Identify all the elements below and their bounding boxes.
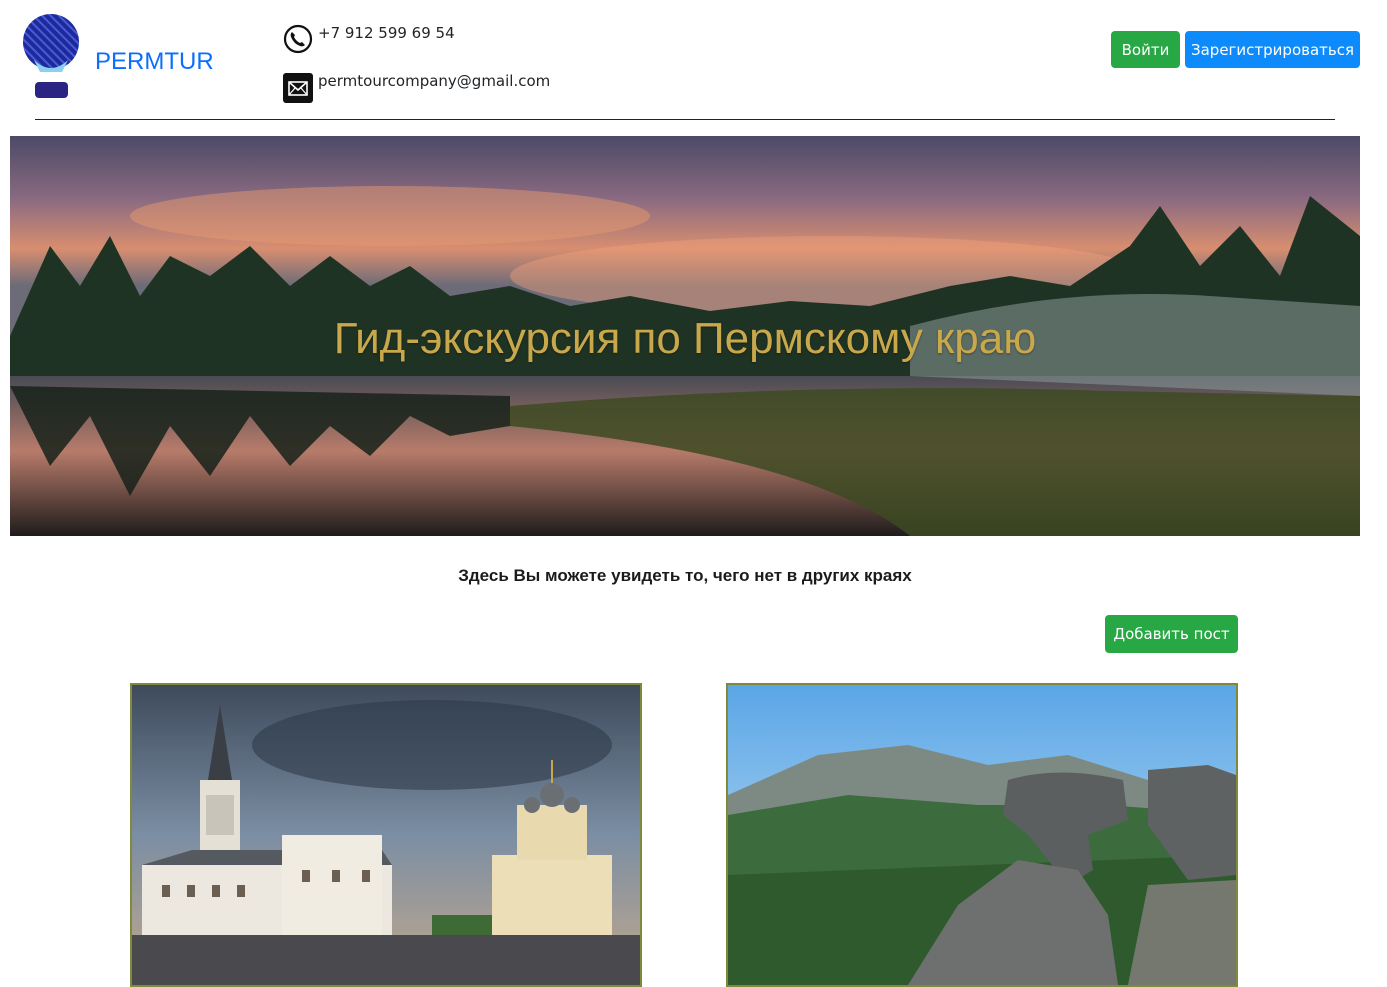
mail-icon xyxy=(283,73,313,103)
phone-icon xyxy=(283,24,313,54)
phone-number: +7 912 599 69 54 xyxy=(318,24,455,42)
add-post-button[interactable]: Добавить пост xyxy=(1105,615,1238,653)
hero-title: Гид-экскурсия по Пермскому краю xyxy=(333,314,1037,363)
email-address: permtourcompany@gmail.com xyxy=(318,72,551,90)
post-card-image[interactable] xyxy=(726,683,1238,987)
brand-name[interactable]: PERMTUR xyxy=(95,48,214,76)
logo-balloon-icon[interactable] xyxy=(22,14,82,104)
tagline: Здесь Вы можете увидеть то, чего нет в д… xyxy=(458,566,912,585)
register-button[interactable]: Зарегистрироваться xyxy=(1185,31,1360,68)
login-button[interactable]: Войти xyxy=(1111,31,1180,68)
hero-banner: Гид-экскурсия по Пермскому краю xyxy=(10,136,1360,536)
post-card-image[interactable] xyxy=(130,683,642,987)
header-divider xyxy=(35,119,1335,120)
